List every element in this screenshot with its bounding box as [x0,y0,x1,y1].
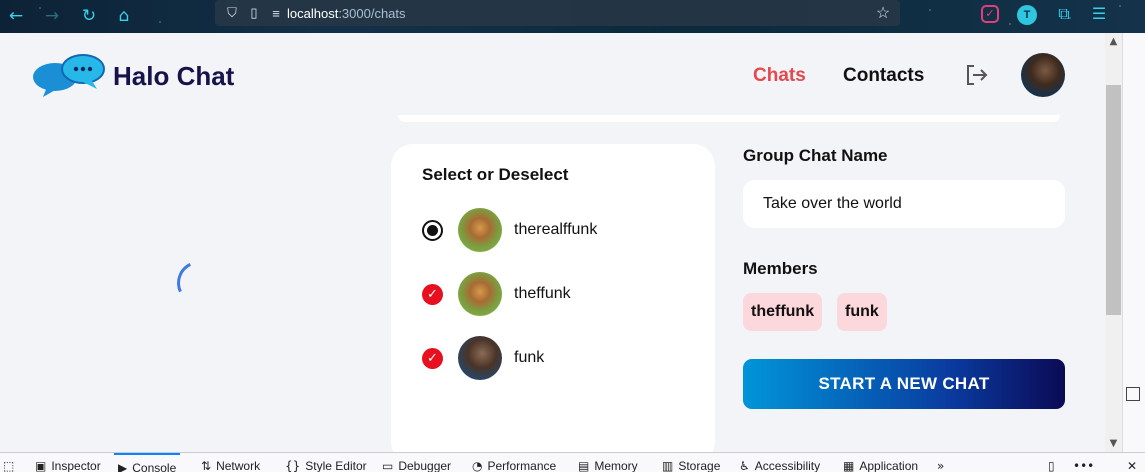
memory-icon: ▤ [578,459,590,472]
page-icon: ▯ [250,5,258,20]
accessibility-icon: ♿ [739,459,750,472]
element-picker-icon[interactable]: ⬚ [3,453,19,472]
group-name-input[interactable] [743,180,1065,228]
pocket-icon[interactable]: ✓ [981,5,999,23]
extensions-icon[interactable]: ⧉ [1054,5,1074,25]
reload-icon[interactable]: ↻ [77,4,101,28]
url-host: localhost [287,5,339,21]
dock-side-icon[interactable] [1126,387,1140,401]
member-row[interactable]: ✓ funk [422,335,544,381]
network-icon: ⇅ [201,459,212,472]
scroll-down-icon[interactable]: ▼ [1105,435,1122,452]
logo[interactable]: Halo Chat [33,53,234,99]
panel-top-edge [398,115,1060,122]
members-label: Members [743,259,818,278]
more-tabs-icon[interactable]: » [937,453,949,472]
member-chip[interactable]: theffunk [743,293,823,331]
page-scrollbar[interactable]: ▲ ▼ [1105,33,1122,452]
member-avatar [458,272,502,316]
logout-icon[interactable] [965,64,989,86]
tab-application[interactable]: ▦ Application [843,453,918,472]
app-page: Halo Chat Chats Contacts Select or Desel… [0,33,1105,452]
permissions-icon[interactable]: ≡ [265,6,287,21]
tab-style-editor[interactable]: {} Style Editor [285,453,367,472]
address-bar[interactable]: ⛉ ▯ ≡ localhost:3000/chats ☆ [215,0,900,26]
tab-console[interactable]: ▶ Console [114,453,181,472]
checkmark-icon[interactable]: ✓ [422,283,443,305]
checkmark-icon[interactable]: ✓ [422,347,443,369]
scroll-thumb[interactable] [1106,85,1121,315]
devtools-side-gutter [1122,33,1145,452]
debugger-icon: ▭ [382,459,394,472]
group-name-label: Group Chat Name [743,146,888,165]
member-row[interactable]: ✓ theffunk [422,271,571,317]
tab-memory[interactable]: ▤ Memory [578,453,638,472]
shield-icon[interactable]: ⛉ [221,5,243,21]
tab-storage[interactable]: ▥ Storage [662,453,720,472]
home-icon[interactable]: ⌂ [112,4,136,28]
scroll-up-icon[interactable]: ▲ [1105,33,1122,50]
nav-chats[interactable]: Chats [753,65,806,87]
console-icon: ▶ [118,461,128,472]
select-title: Select or Deselect [422,165,569,184]
forward-icon[interactable]: → [40,4,64,28]
more-options-icon[interactable]: ••• [1073,453,1099,472]
tab-inspector[interactable]: ▣ Inspector [35,453,101,472]
select-members-card: Select or Deselect therealffunk ✓ theffu… [391,144,715,452]
member-name: therealffunk [514,221,598,238]
member-avatar [458,336,502,380]
profile-icon[interactable]: T [1017,5,1037,25]
inspector-icon: ▣ [35,459,47,472]
storage-icon: ▥ [662,459,674,472]
bookmark-star-icon[interactable]: ☆ [872,3,894,23]
member-name: theffunk [514,285,571,302]
tab-debugger[interactable]: ▭ Debugger [382,453,451,472]
chat-bubbles-icon [33,54,105,97]
member-row[interactable]: therealffunk [422,207,597,253]
member-avatar [458,208,502,252]
close-devtools-icon[interactable]: ✕ [1127,453,1142,472]
menu-icon[interactable]: ☰ [1089,5,1109,25]
devtools-toolbar: ⬚ ▣ Inspector ▶ Console ⇅ Network {} Style E… [0,452,1145,472]
radio-selected-icon[interactable] [422,219,443,241]
back-icon[interactable]: ← [4,4,28,28]
member-chip[interactable]: funk [837,293,887,331]
app-name: Halo Chat [113,60,235,91]
tab-accessibility[interactable]: ♿ Accessibility [739,453,820,472]
grid-icon: ▦ [843,459,855,472]
member-name: funk [514,349,545,366]
loading-spinner-icon [170,254,228,312]
browser-toolbar: ← → ↻ ⌂ ⛉ ▯ ≡ localhost:3000/chats ☆ ✓ T… [0,0,1145,33]
tab-network[interactable]: ⇅ Network [201,453,260,472]
responsive-mode-icon[interactable]: ▯ [1048,453,1060,472]
user-avatar[interactable] [1021,53,1065,97]
braces-icon: {} [285,459,301,472]
tab-performance[interactable]: ◔ Performance [472,453,556,472]
start-new-chat-button[interactable]: START A NEW CHAT [743,359,1065,409]
nav-contacts[interactable]: Contacts [843,65,924,87]
gauge-icon: ◔ [472,459,483,472]
url-path: :3000/chats [338,5,406,21]
